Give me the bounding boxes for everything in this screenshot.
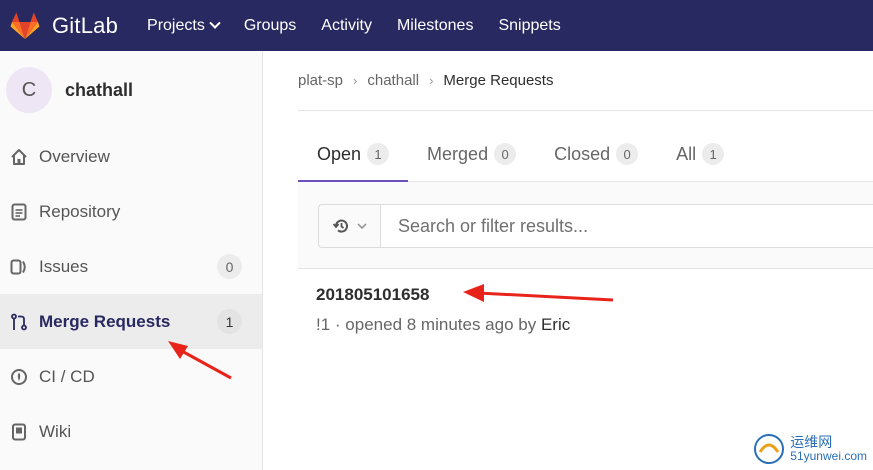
nav-activity[interactable]: Activity (321, 17, 372, 35)
tab-closed[interactable]: Closed 0 (535, 126, 657, 182)
divider (298, 110, 873, 111)
breadcrumb-group[interactable]: plat-sp (298, 72, 343, 89)
nav-groups[interactable]: Groups (244, 17, 296, 35)
watermark-title: 运维网 (790, 433, 833, 450)
main-nav: Projects Groups Activity Milestones Snip… (147, 17, 586, 35)
sidebar-item-label: Wiki (39, 421, 72, 441)
sidebar-item-label: Merge Requests (39, 311, 171, 331)
chevron-down-icon (356, 223, 367, 230)
breadcrumb-separator-icon: › (353, 73, 358, 88)
issues-icon (9, 257, 29, 277)
tab-count-badge: 0 (494, 143, 517, 165)
merge-request-ref: !1 (316, 315, 331, 334)
mr-state-tabs: Open 1 Merged 0 Closed 0 All 1 (298, 126, 873, 183)
breadcrumb-current[interactable]: Merge Requests (443, 72, 553, 89)
project-sidebar: C chathall Overview Repository Issues 0 … (0, 51, 263, 470)
merge-request-author[interactable]: Eric (541, 315, 570, 334)
home-icon (9, 147, 29, 167)
sidebar-item-overview[interactable]: Overview (0, 129, 262, 184)
sidebar-item-label: Issues (39, 256, 89, 276)
tab-open[interactable]: Open 1 (298, 126, 409, 183)
sidebar-item-wiki[interactable]: Wiki (0, 404, 262, 459)
document-icon (9, 202, 29, 222)
tab-label: Merged (427, 143, 489, 164)
filter-bar: Search or filter results... (298, 182, 873, 269)
brand-name: GitLab (52, 12, 119, 38)
nav-snippets[interactable]: Snippets (498, 17, 560, 35)
watermark: 运维网 51yunwei.com (752, 432, 867, 466)
gitlab-logo[interactable]: GitLab (10, 12, 118, 40)
top-navbar: GitLab Projects Groups Activity Mileston… (0, 0, 873, 51)
merge-request-meta: !1 · opened 8 minutes ago by Eric (316, 315, 570, 335)
sidebar-item-repository[interactable]: Repository (0, 184, 262, 239)
history-icon (332, 219, 348, 233)
merge-request-opened: · opened 8 minutes ago by (330, 315, 541, 334)
book-icon (9, 422, 29, 442)
watermark-logo-icon (754, 434, 785, 464)
sidebar-item-label: Repository (39, 201, 121, 221)
tab-merged[interactable]: Merged 0 (408, 126, 535, 182)
project-avatar: C (6, 67, 52, 113)
nav-milestones[interactable]: Milestones (397, 17, 473, 35)
recent-searches-dropdown[interactable] (318, 204, 380, 248)
tab-label: Open (317, 143, 362, 164)
tab-count-badge: 1 (702, 143, 725, 165)
sidebar-item-issues[interactable]: Issues 0 (0, 239, 262, 294)
tab-label: Closed (554, 143, 611, 164)
project-name: chathall (65, 79, 134, 100)
merge-request-icon (9, 312, 29, 332)
sidebar-item-label: Overview (39, 146, 110, 166)
sidebar-item-merge-requests[interactable]: Merge Requests 1 (0, 294, 262, 349)
chevron-down-icon (209, 17, 221, 29)
project-header[interactable]: C chathall (0, 51, 262, 129)
nav-projects-label: Projects (147, 16, 205, 34)
breadcrumb: plat-sp › chathall › Merge Requests (298, 72, 553, 89)
merge-requests-count-badge: 1 (217, 309, 242, 334)
sidebar-item-label: CI / CD (39, 366, 95, 386)
merge-request-title[interactable]: 201805101658 (316, 285, 570, 305)
search-input[interactable]: Search or filter results... (380, 204, 873, 248)
breadcrumb-project[interactable]: chathall (367, 72, 419, 89)
tab-all[interactable]: All 1 (657, 126, 743, 182)
breadcrumb-separator-icon: › (429, 73, 434, 88)
tab-count-badge: 1 (367, 143, 390, 165)
list-item: 201805101658 !1 · opened 8 minutes ago b… (316, 285, 570, 335)
sidebar-item-ci-cd[interactable]: CI / CD (0, 349, 262, 404)
issues-count-badge: 0 (217, 254, 242, 279)
watermark-text: 运维网 51yunwei.com (790, 433, 867, 464)
main-content: plat-sp › chathall › Merge Requests Open… (264, 51, 873, 470)
nav-projects[interactable]: Projects (147, 16, 221, 35)
rocket-icon (9, 367, 29, 387)
watermark-url: 51yunwei.com (790, 449, 867, 464)
tab-label: All (676, 143, 697, 164)
search-placeholder: Search or filter results... (398, 215, 589, 236)
tab-count-badge: 0 (616, 143, 639, 165)
tanuki-icon (10, 12, 40, 39)
